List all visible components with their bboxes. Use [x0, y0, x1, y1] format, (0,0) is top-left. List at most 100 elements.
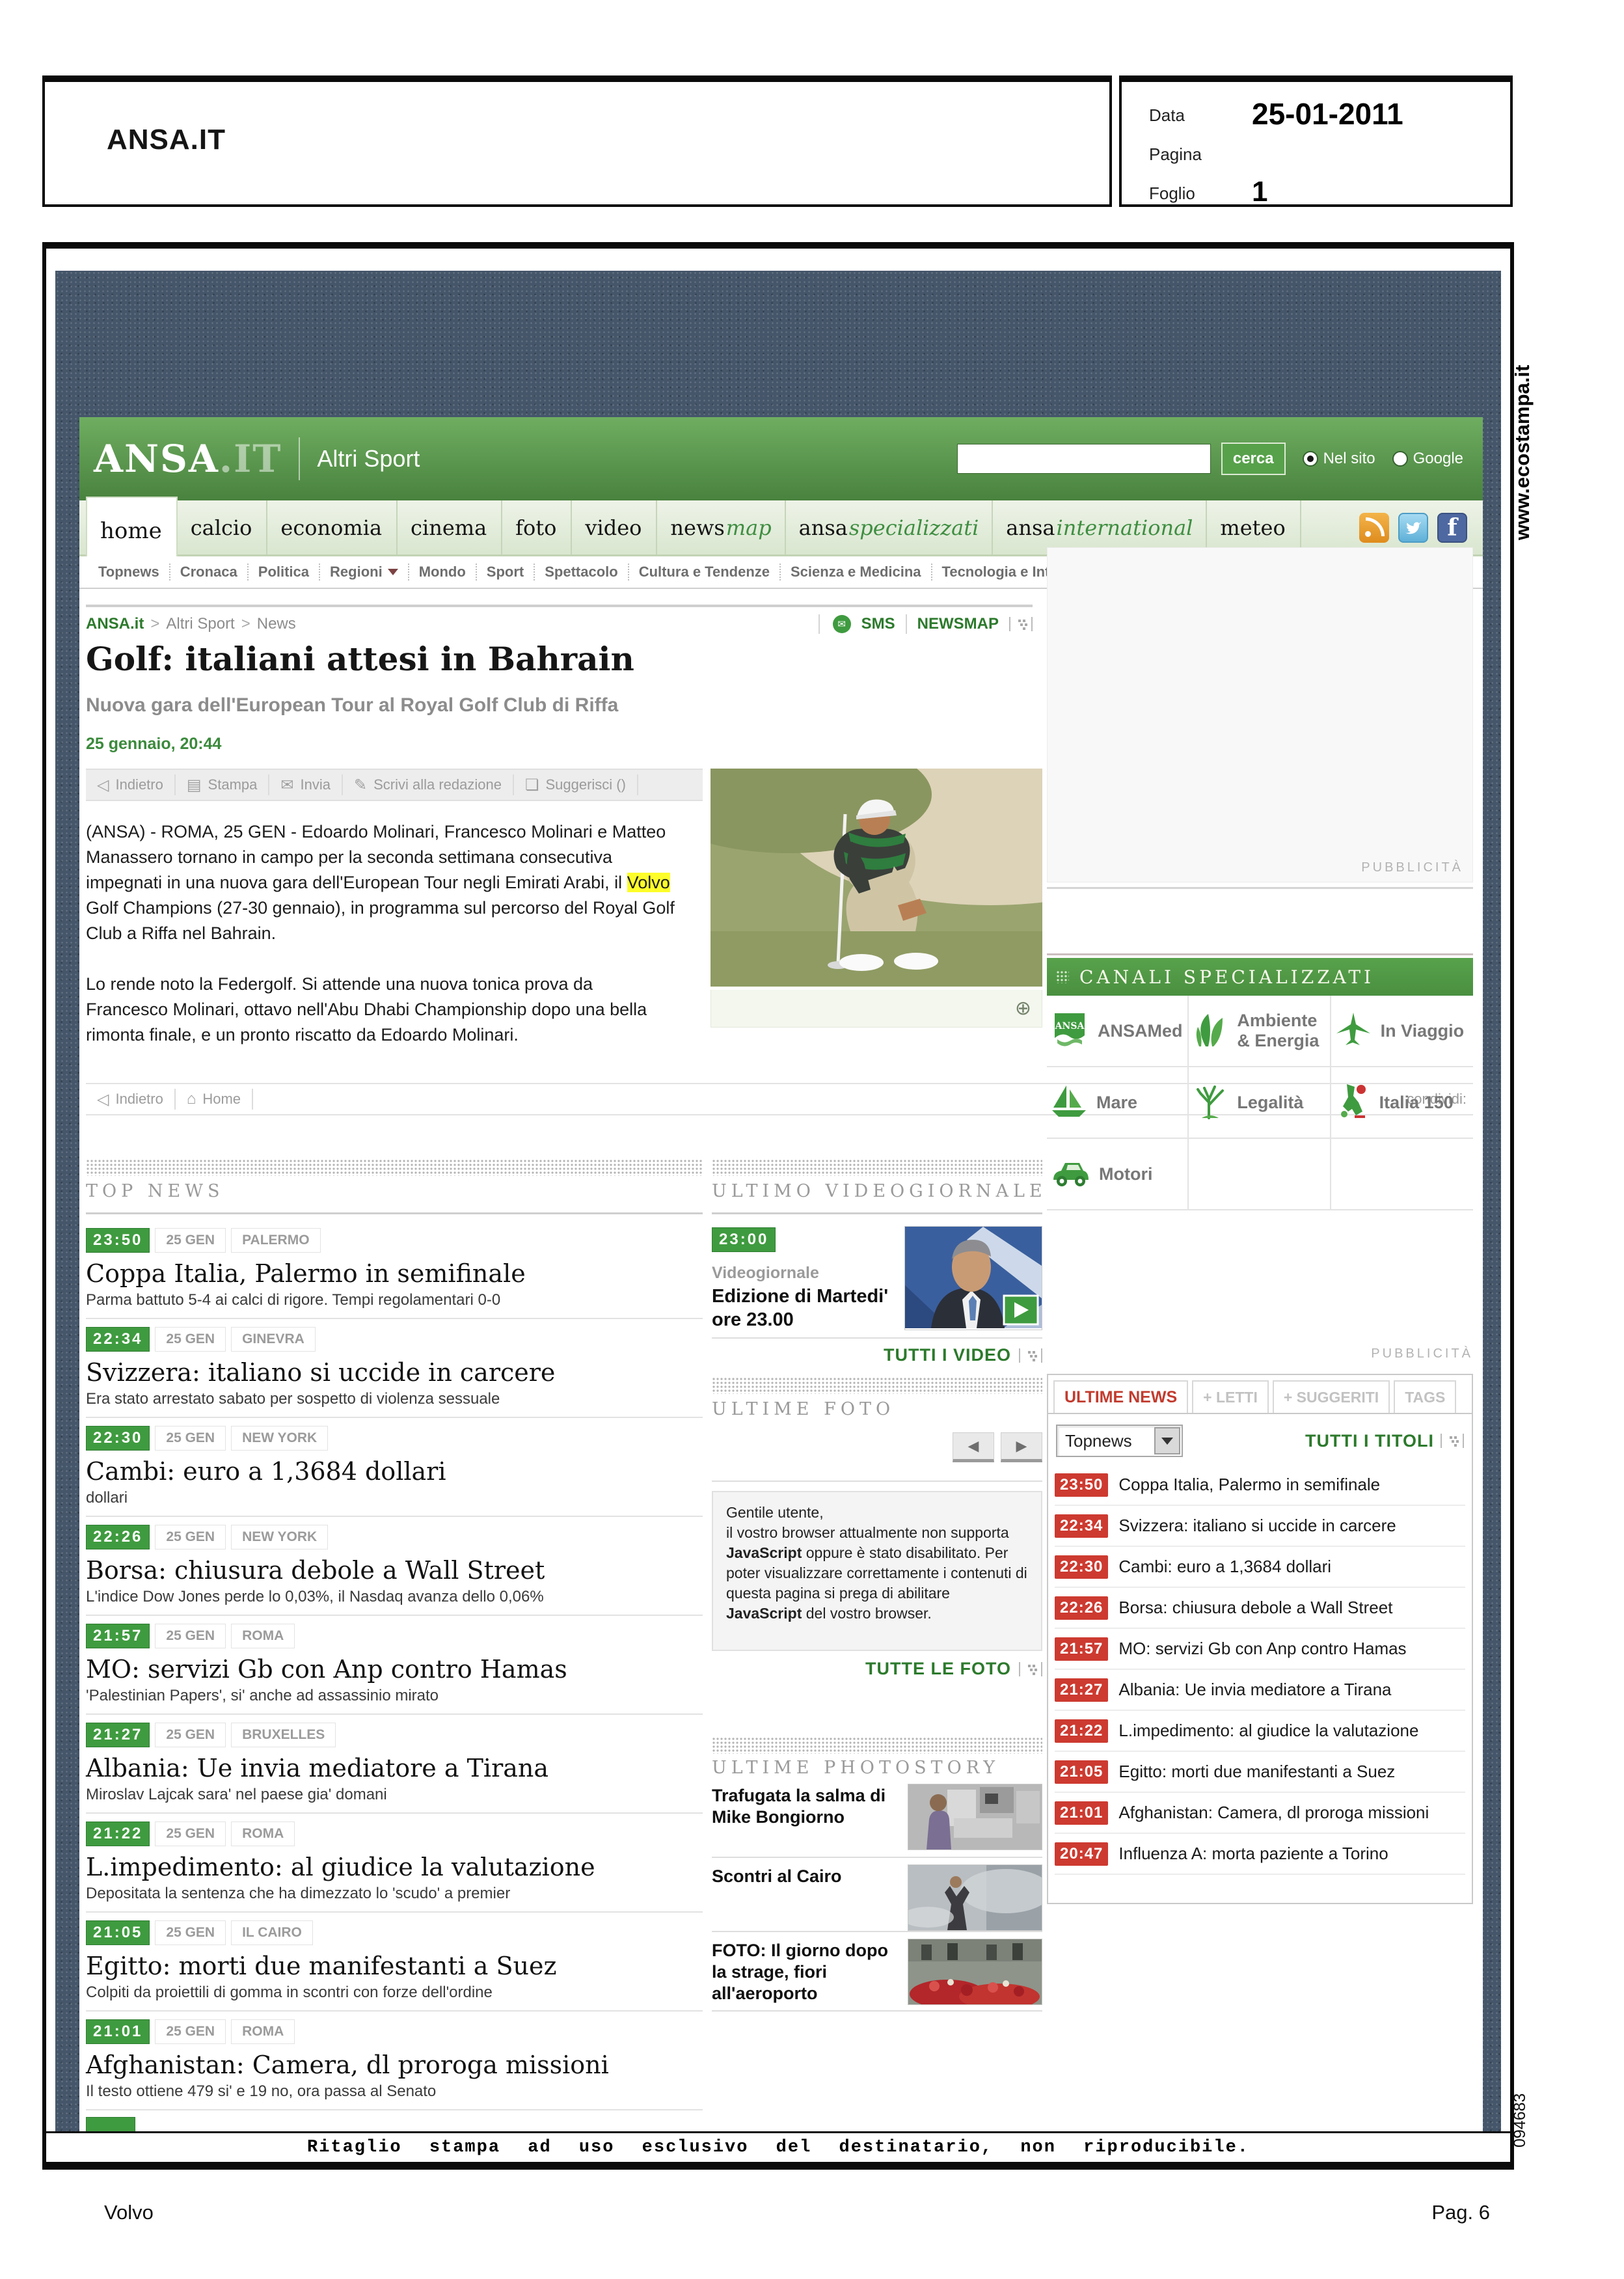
channel-in-viaggio[interactable]: In Viaggio [1331, 996, 1473, 1066]
video-title-line2[interactable]: ore 23.00 [712, 1309, 794, 1331]
video-title-line1[interactable]: Edizione di Martedi' [712, 1286, 888, 1307]
radio-google[interactable] [1392, 451, 1408, 467]
widget-tab[interactable]: + SUGGERITI [1272, 1380, 1390, 1413]
photostory-title[interactable]: FOTO: Il giorno dopo la strage, fiori al… [712, 1940, 897, 2004]
news-title[interactable]: Egitto: morti due manifestanti a Suez [86, 1952, 703, 1980]
article-photo[interactable] [645, 710, 1205, 1028]
rss-icon[interactable] [1359, 512, 1389, 543]
subnav-item[interactable]: Topnews [88, 564, 170, 580]
photostory-item[interactable]: FOTO: Il giorno dopo la strage, fiori al… [712, 1937, 1042, 2010]
news-title[interactable]: L.impedimento: al giudice la valutazione [86, 1853, 703, 1881]
photostory-thumbnail-cairo[interactable] [902, 1864, 1051, 1931]
next-photo-button[interactable] [1001, 1432, 1042, 1462]
news-title[interactable]: Albania: Ue invia mediatore a Tirana [1118, 1680, 1391, 1700]
subnav-item[interactable]: Regioni [320, 564, 409, 580]
news-title[interactable]: Borsa: chiusura debole a Wall Street [86, 1556, 703, 1585]
newsmap-link[interactable]: NEWSMAP [917, 615, 999, 633]
all-videos-link[interactable]: TUTTI I VIDEO [884, 1345, 1011, 1365]
ultime-news-row[interactable]: 21:05 Egitto: morti due manifestanti a S… [1055, 1752, 1465, 1793]
news-title[interactable]: Coppa Italia, Palermo in semifinale [1118, 1475, 1380, 1495]
nav-tab[interactable]: home [86, 497, 178, 564]
subnav-item[interactable]: Sport [477, 564, 535, 580]
ultime-news-row[interactable]: 22:30 Cambi: euro a 1,3684 dollari [1055, 1547, 1465, 1588]
write-to-editors-button[interactable]: Scrivi alla redazione [343, 774, 514, 796]
news-title[interactable]: Egitto: morti due manifestanti a Suez [1118, 1762, 1395, 1782]
subnav-item[interactable]: Mondo [409, 564, 477, 580]
subnav-item[interactable]: Spettacolo [535, 564, 629, 580]
breadcrumb-section[interactable]: Altri Sport [166, 615, 234, 633]
facebook-icon[interactable]: f [1437, 512, 1467, 543]
back-button[interactable]: Indietro [86, 774, 176, 796]
back-button[interactable]: Indietro [86, 1088, 176, 1110]
nav-tab[interactable]: ansa international [993, 500, 1208, 554]
ultime-news-row[interactable]: 22:26 Borsa: chiusura debole a Wall Stre… [1055, 1588, 1465, 1629]
channel-mare[interactable]: Mare [1047, 1067, 1189, 1138]
channel-ambiente-energia[interactable]: Ambiente & Energia [1189, 996, 1331, 1066]
ultime-news-row[interactable]: 21:27 Albania: Ue invia mediatore a Tira… [1055, 1670, 1465, 1711]
news-title[interactable]: Cambi: euro a 1,3684 dollari [1118, 1557, 1331, 1577]
news-title[interactable]: L.impedimento: al giudice la valutazione [1118, 1721, 1418, 1741]
channel-italia-150[interactable]: Italia 150 [1331, 1067, 1473, 1138]
channel-motori[interactable]: Motori [1047, 1139, 1189, 1209]
nav-tab[interactable]: calcio [178, 500, 268, 554]
sms-link[interactable]: SMS [861, 615, 895, 633]
nav-tab[interactable]: meteo [1207, 500, 1301, 554]
widget-tab[interactable]: ULTIME NEWS [1053, 1380, 1189, 1413]
photostory-item[interactable]: Trafugata la salma di Mike Bongiorno [712, 1782, 1042, 1855]
all-photos-link[interactable]: TUTTE LE FOTO [865, 1659, 1011, 1679]
top-news-item[interactable]: 22:34 25 GEN GINEVRA Svizzera: italiano … [86, 1319, 703, 1418]
top-news-item[interactable]: 22:26 25 GEN NEW YORK Borsa: chiusura de… [86, 1517, 703, 1616]
send-button[interactable]: Invia [269, 774, 343, 796]
ansa-logo[interactable]: ANSA.IT [94, 437, 282, 481]
nav-tab[interactable]: news map [657, 500, 786, 554]
widget-tab[interactable]: + LETTI [1192, 1380, 1269, 1413]
topnews-dropdown[interactable]: Topnews [1056, 1425, 1183, 1457]
subnav-item[interactable]: Cronaca [170, 564, 249, 580]
news-title[interactable]: Borsa: chiusura debole a Wall Street [1118, 1598, 1392, 1618]
channel-legalita[interactable]: Legalità [1189, 1067, 1331, 1138]
print-button[interactable]: Stampa [176, 774, 270, 796]
video-thumbnail[interactable] [904, 1226, 1042, 1330]
nav-tab[interactable]: cinema [398, 500, 503, 554]
nav-tab[interactable]: video [572, 500, 658, 554]
photostory-thumbnail-aeroporto[interactable] [908, 1939, 1042, 2010]
nav-tab[interactable]: economia [267, 500, 398, 554]
news-title[interactable]: MO: servizi Gb con Anp contro Hamas [1118, 1639, 1406, 1659]
suggest-button[interactable]: Suggerisci () [514, 774, 638, 796]
home-button[interactable]: Home [176, 1088, 254, 1110]
top-news-item[interactable]: 22:30 25 GEN NEW YORK Cambi: euro a 1,36… [86, 1418, 703, 1517]
top-news-item[interactable]: 21:22 25 GEN ROMA L.impedimento: al giud… [86, 1814, 703, 1913]
ultime-news-row[interactable]: 23:50 Coppa Italia, Palermo in semifinal… [1055, 1465, 1465, 1506]
news-title[interactable]: MO: servizi Gb con Anp contro Hamas [86, 1655, 703, 1684]
search-input[interactable] [956, 444, 1211, 474]
ultime-news-row[interactable]: 22:34 Svizzera: italiano si uccide in ca… [1055, 1506, 1465, 1547]
subnav-item[interactable]: Scienza e Medicina [781, 564, 932, 580]
top-news-item[interactable]: 21:05 25 GEN IL CAIRO Egitto: morti due … [86, 1913, 703, 2012]
news-title[interactable]: Coppa Italia, Palermo in semifinale [86, 1259, 703, 1288]
top-news-item[interactable]: 21:57 25 GEN ROMA MO: servizi Gb con Anp… [86, 1616, 703, 1715]
prev-photo-button[interactable] [953, 1432, 994, 1462]
top-news-item[interactable]: 21:27 25 GEN BRUXELLES Albania: Ue invia… [86, 1715, 703, 1814]
search-button[interactable]: cerca [1221, 443, 1286, 475]
all-titles-link[interactable]: TUTTI I TITOLI [1305, 1431, 1434, 1451]
twitter-icon[interactable] [1398, 512, 1428, 543]
breadcrumb-home[interactable]: ANSA.it [86, 615, 144, 633]
videogiornale-item[interactable]: 23:00 Videogiornale Edizione di Martedi'… [712, 1226, 1042, 1333]
photostory-title[interactable]: Scontri al Cairo [712, 1866, 897, 1887]
photostory-title[interactable]: Trafugata la salma di Mike Bongiorno [712, 1785, 897, 1828]
subnav-item[interactable]: Politica [249, 564, 321, 580]
news-title[interactable]: Afghanistan: Camera, dl proroga missioni [1118, 1803, 1429, 1823]
channel-ansamed[interactable]: ANSA ANSAMed [1047, 996, 1189, 1066]
ultime-news-row[interactable]: 20:47 Influenza A: morta paziente a Tori… [1055, 1834, 1465, 1875]
subnav-item[interactable]: Cultura e Tendenze [629, 564, 781, 580]
news-title[interactable]: Albania: Ue invia mediatore a Tirana [86, 1754, 703, 1782]
news-title[interactable]: Influenza A: morta paziente a Torino [1118, 1844, 1388, 1864]
news-title[interactable]: Svizzera: italiano si uccide in carcere [86, 1358, 703, 1387]
top-news-item[interactable]: 21:01 25 GEN ROMA Afghanistan: Camera, d… [86, 2012, 703, 2110]
photostory-item[interactable]: Scontri al Cairo [712, 1863, 1051, 1936]
top-news-item[interactable]: 23:50 25 GEN PALERMO Coppa Italia, Paler… [86, 1220, 703, 1319]
zoom-icon[interactable] [1015, 997, 1031, 1020]
ultime-news-row[interactable]: 21:22 L.impedimento: al giudice la valut… [1055, 1711, 1465, 1752]
nav-tab[interactable]: ansa specializzati [786, 500, 994, 554]
radio-nel-sito[interactable] [1302, 451, 1318, 467]
